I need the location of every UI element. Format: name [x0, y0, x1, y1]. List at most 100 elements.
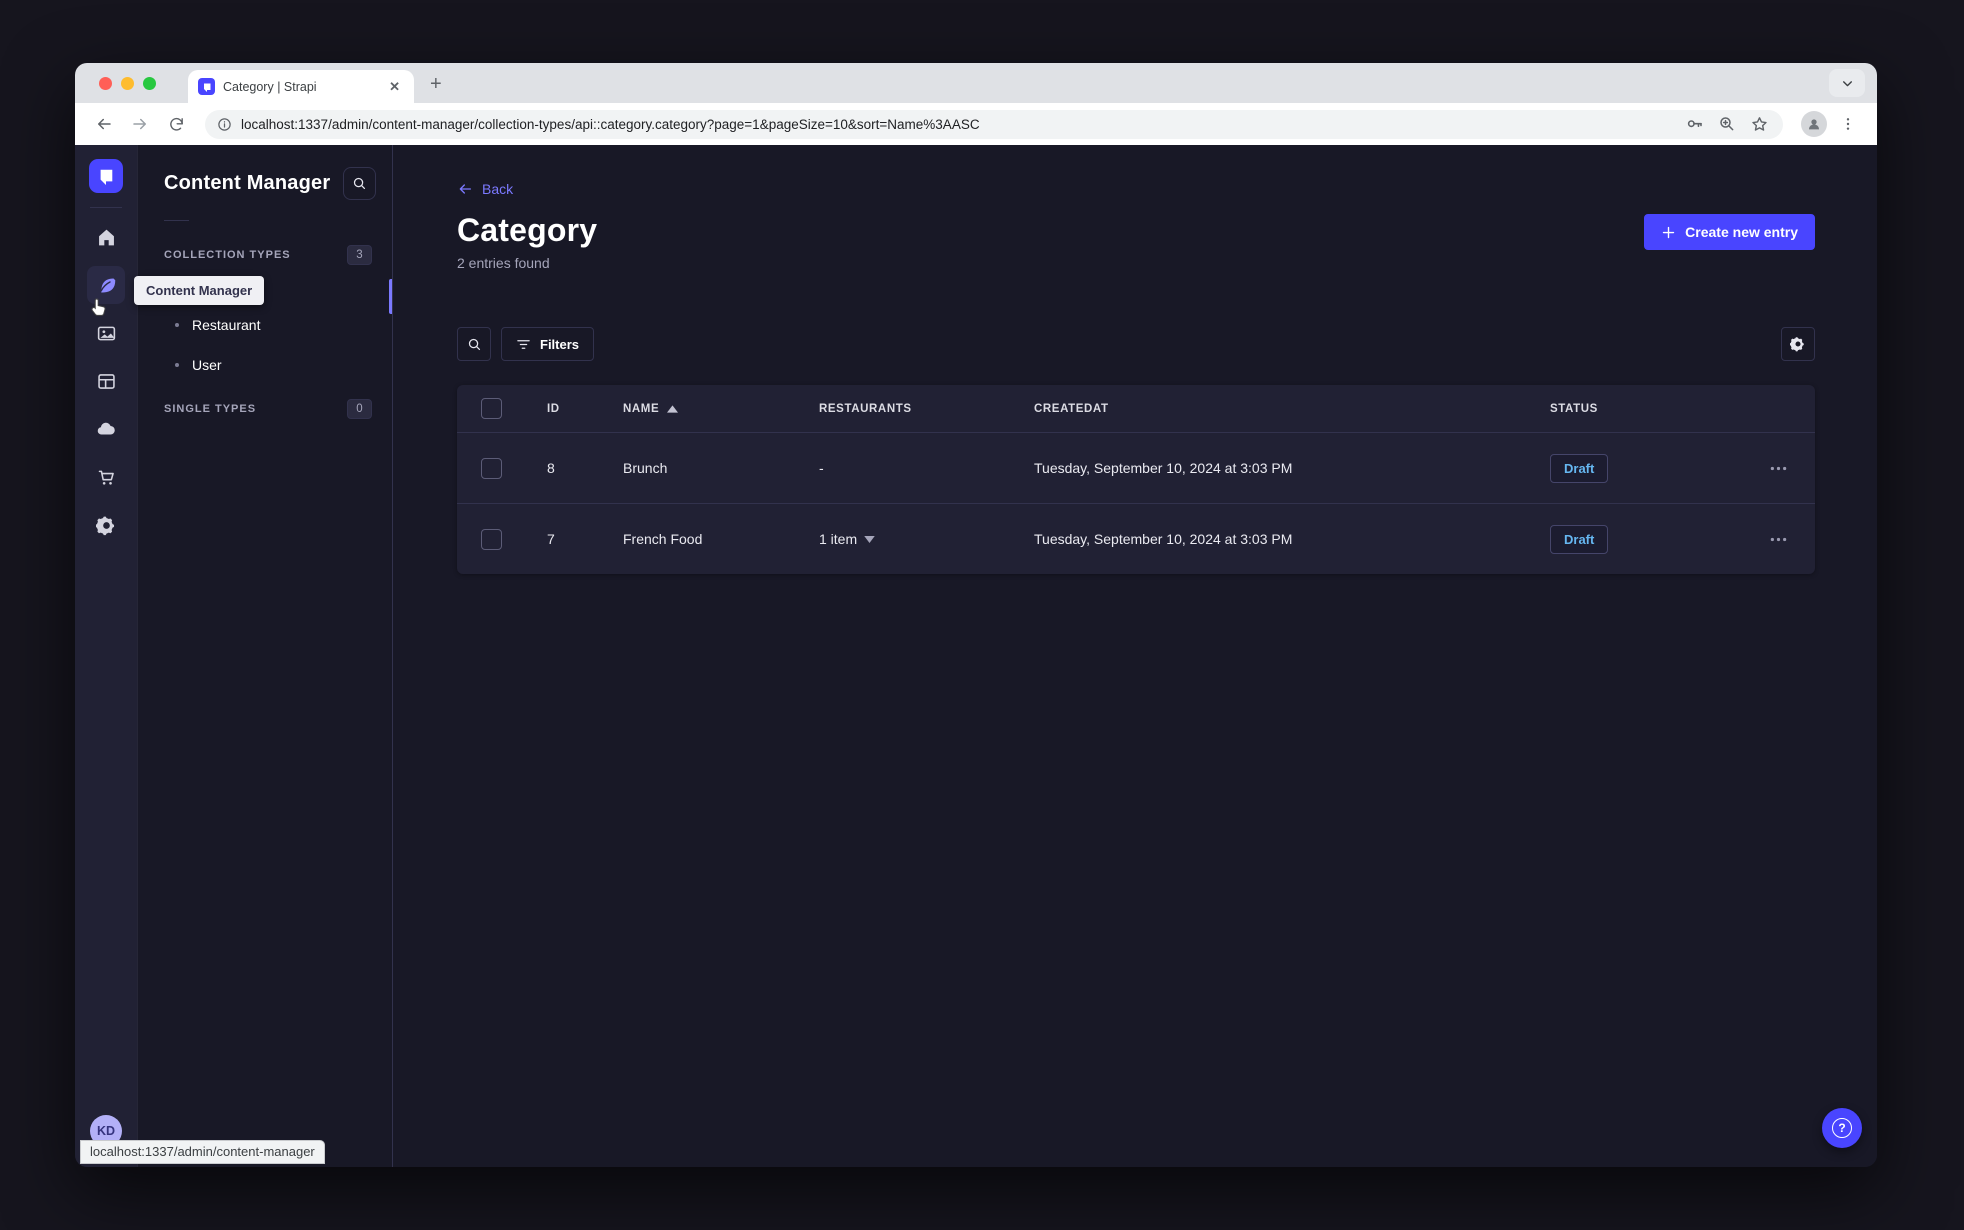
collection-types-section: COLLECTION TYPES 3 Category Restaurant U… [164, 245, 376, 385]
row-actions-menu-icon[interactable] [1770, 466, 1787, 471]
sort-asc-icon [667, 404, 679, 413]
chevron-down-icon [1842, 80, 1852, 86]
bookmark-star-icon[interactable] [1750, 115, 1769, 134]
table-row[interactable]: 7 French Food 1 item Tuesday, September … [457, 503, 1815, 574]
chevron-down-icon [864, 535, 875, 543]
filter-icon [517, 339, 530, 349]
cell-createdat: Tuesday, September 10, 2024 at 3:03 PM [1034, 460, 1293, 476]
back-link[interactable]: Back [457, 181, 513, 197]
new-tab-button[interactable]: + [430, 69, 442, 99]
browser-menu-icon[interactable] [1833, 109, 1863, 139]
forward-nav-button[interactable] [125, 109, 155, 139]
content-type-builder-nav-button[interactable] [87, 362, 125, 400]
strapi-favicon-icon [198, 78, 215, 95]
bullet-icon [175, 323, 179, 327]
sidebar-item-restaurant[interactable]: Restaurant [164, 305, 376, 345]
window-controls [99, 63, 156, 103]
sidebar-item-label: Restaurant [192, 317, 261, 333]
row-checkbox[interactable] [481, 457, 502, 479]
section-label: SINGLE TYPES [164, 403, 257, 415]
cloud-nav-button[interactable] [87, 410, 125, 448]
maximize-window-button[interactable] [143, 76, 156, 90]
cell-restaurants: - [819, 460, 824, 476]
entries-table: ID NAME RESTAURANTS CREATEDAT STATUS 8 B… [457, 385, 1815, 574]
content-manager-pen-icon [100, 278, 115, 292]
password-key-icon[interactable] [1685, 115, 1704, 134]
cell-restaurants-expand[interactable]: 1 item [819, 531, 875, 547]
list-toolbar: Filters [457, 327, 1815, 361]
cell-name: Brunch [623, 460, 668, 476]
section-count-badge: 0 [347, 399, 372, 419]
cart-icon [98, 470, 114, 485]
column-header-name[interactable]: NAME [623, 403, 679, 415]
gear-icon [1790, 337, 1804, 352]
row-checkbox[interactable] [481, 528, 502, 550]
strapi-logo[interactable] [89, 159, 123, 193]
browser-window: Category | Strapi ✕ + localhost:1337/adm… [75, 63, 1877, 1167]
content-manager-tooltip: Content Manager [134, 276, 265, 305]
strapi-app: KD Content Manager COLLECTION TYPES 3 Re… [75, 145, 1877, 1167]
plus-icon [1662, 226, 1675, 238]
sidebar-item-user[interactable]: User [164, 345, 376, 385]
browser-toolbar: localhost:1337/admin/content-manager/col… [75, 103, 1877, 145]
subnav-search-button[interactable] [343, 167, 376, 200]
browser-profile-avatar[interactable] [1801, 111, 1827, 137]
view-settings-button[interactable] [1781, 327, 1815, 361]
reload-button[interactable] [161, 109, 191, 139]
tab-search-button[interactable] [1829, 69, 1865, 97]
filters-button[interactable]: Filters [501, 327, 595, 361]
marketplace-nav-button[interactable] [87, 458, 125, 496]
row-actions-menu-icon[interactable] [1770, 537, 1787, 542]
section-label: COLLECTION TYPES [164, 249, 291, 261]
table-row[interactable]: 8 Brunch - Tuesday, September 10, 2024 a… [457, 432, 1815, 503]
column-header-id[interactable]: ID [547, 403, 560, 415]
single-types-section: SINGLE TYPES 0 [164, 399, 376, 419]
sidebar-item-label: User [192, 357, 222, 373]
url-text[interactable]: localhost:1337/admin/content-manager/col… [241, 117, 1676, 132]
select-all-checkbox[interactable] [481, 398, 502, 419]
status-badge: Draft [1550, 524, 1609, 554]
back-label: Back [482, 181, 514, 197]
status-badge: Draft [1550, 453, 1609, 483]
page-info-icon[interactable] [217, 117, 232, 132]
subnav-divider [164, 220, 189, 221]
column-header-status[interactable]: STATUS [1550, 403, 1598, 415]
help-button[interactable]: ? [1822, 1108, 1862, 1148]
close-window-button[interactable] [99, 76, 112, 90]
section-count-badge: 3 [347, 245, 372, 265]
cloud-icon [97, 422, 115, 435]
create-new-entry-button[interactable]: Create new entry [1644, 214, 1815, 250]
main-nav-rail: KD [75, 145, 138, 1167]
media-library-nav-button[interactable] [87, 314, 125, 352]
column-header-createdat[interactable]: CREATEDAT [1034, 403, 1109, 415]
filters-label: Filters [540, 336, 580, 352]
back-nav-button[interactable] [89, 109, 119, 139]
entries-count: 2 entries found [457, 255, 550, 271]
cell-id: 8 [547, 460, 555, 476]
gear-icon [95, 516, 114, 535]
search-icon [353, 177, 366, 190]
minimize-window-button[interactable] [121, 76, 134, 90]
page-title: Category [457, 212, 598, 248]
create-new-entry-label: Create new entry [1685, 224, 1798, 240]
tab-close-icon[interactable]: ✕ [385, 77, 404, 97]
home-nav-button[interactable] [87, 218, 125, 256]
subnav-title: Content Manager [164, 172, 331, 194]
home-icon [98, 229, 114, 245]
rail-divider [90, 207, 122, 208]
content-manager-nav-button[interactable] [87, 266, 125, 304]
column-header-restaurants[interactable]: RESTAURANTS [819, 403, 912, 415]
tab-title: Category | Strapi [223, 79, 317, 94]
url-bar[interactable]: localhost:1337/admin/content-manager/col… [205, 109, 1783, 139]
main-content: Back Category 2 entries found Create new… [393, 145, 1877, 1167]
settings-nav-button[interactable] [87, 506, 125, 544]
active-item-indicator [389, 279, 392, 314]
cell-name: French Food [623, 531, 703, 547]
content-type-builder-icon [97, 373, 115, 389]
media-library-icon [97, 326, 115, 340]
zoom-icon[interactable] [1718, 115, 1736, 133]
search-entries-button[interactable] [457, 327, 491, 361]
arrow-left-icon [459, 184, 471, 194]
browser-tab[interactable]: Category | Strapi ✕ [188, 70, 414, 103]
status-bar-link-preview: localhost:1337/admin/content-manager [80, 1140, 325, 1164]
